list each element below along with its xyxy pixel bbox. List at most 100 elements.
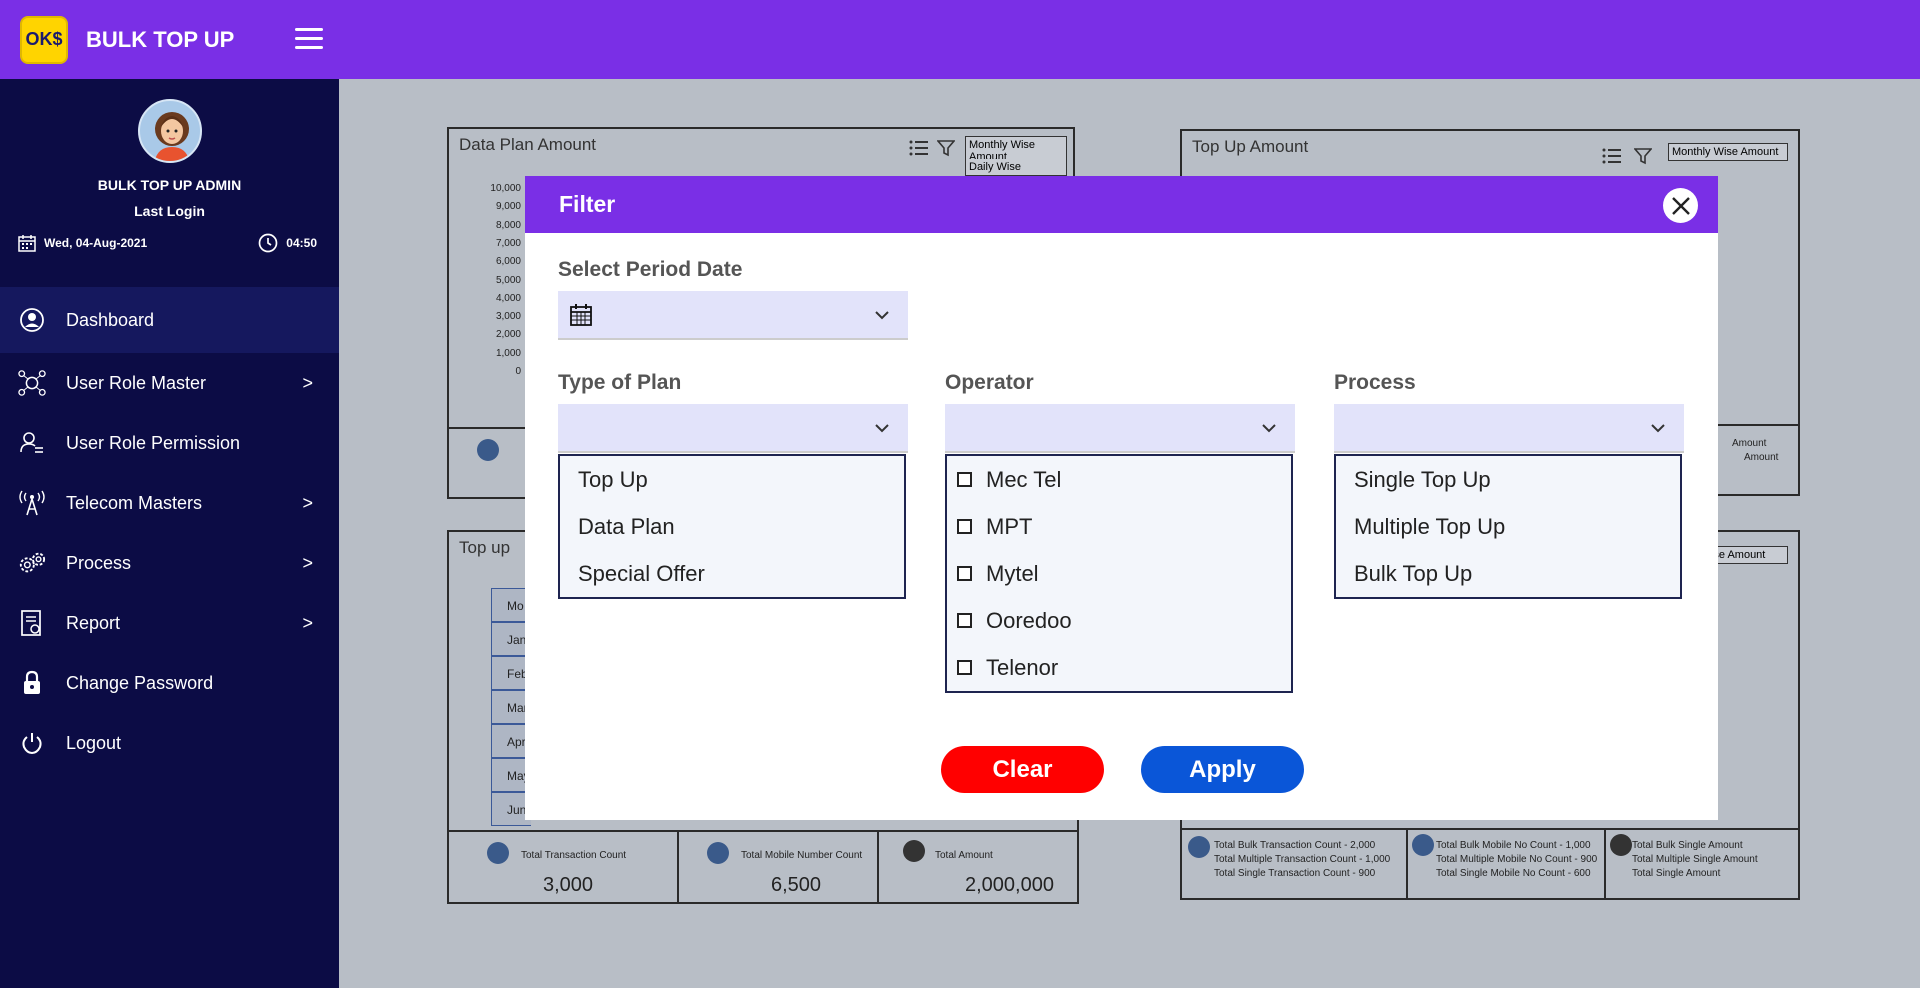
- footer-text: Amount: [1732, 438, 1767, 449]
- apply-button[interactable]: Apply: [1141, 746, 1304, 793]
- summary-transactions: Total Bulk Transaction Count - 2,000 Tot…: [1182, 830, 1408, 898]
- stat-value: 2,000,000: [965, 874, 1054, 896]
- filter-icon[interactable]: [1634, 147, 1652, 165]
- process-select[interactable]: [1334, 404, 1684, 453]
- operator-select[interactable]: [945, 404, 1295, 453]
- type-of-plan-select[interactable]: [558, 404, 908, 453]
- period-date-label: Select Period Date: [558, 258, 743, 281]
- stat-value: 3,000: [543, 874, 594, 896]
- sidebar-item-label: Dashboard: [66, 309, 155, 330]
- user-circle-icon: [18, 306, 46, 334]
- checkbox[interactable]: [957, 472, 972, 487]
- close-button[interactable]: [1663, 188, 1698, 223]
- summary-amount: Total Bulk Single Amount Total Multiple …: [1606, 830, 1802, 898]
- login-time: 04:50: [286, 236, 317, 250]
- clear-button[interactable]: Clear: [941, 746, 1104, 793]
- process-options: Single Top Up Multiple Top Up Bulk Top U…: [1334, 454, 1682, 599]
- stats-footer: Total Transaction Count 3,000 Total Mobi…: [449, 830, 1077, 902]
- sidebar: OK$ BULK TOP UP BULK TOP UP ADMIN Last L…: [0, 0, 339, 988]
- operator-option-label: Mec Tel: [986, 466, 1062, 492]
- operator-option-mpt[interactable]: MPT: [947, 503, 1291, 550]
- operator-option-mec-tel[interactable]: Mec Tel: [947, 456, 1291, 503]
- mobile-icon: [707, 842, 729, 864]
- y-tick-label: 0: [515, 366, 521, 377]
- gears-icon: [18, 549, 46, 577]
- sidebar-item-label: User Role Master: [66, 372, 207, 393]
- chevron-down-icon: [1651, 424, 1665, 433]
- sidebar-item-label: User Role Permission: [66, 432, 241, 453]
- y-tick-label: 2,000: [495, 329, 521, 341]
- operator-option-mytel[interactable]: Mytel: [947, 550, 1291, 597]
- admin-name: BULK TOP UP ADMIN: [97, 177, 242, 193]
- operator-option-label: MPT: [986, 513, 1033, 539]
- clipboard-icon: [1188, 836, 1210, 858]
- summary-line: Total Multiple Transaction Count - 1,000: [1214, 854, 1391, 865]
- summary-line: Total Single Amount: [1632, 868, 1721, 879]
- period-date-picker[interactable]: [558, 291, 908, 340]
- operator-option-label: Ooredoo: [986, 607, 1072, 633]
- sidebar-nav: Dashboard User Role Master > User Role P…: [0, 287, 339, 773]
- checkbox[interactable]: [957, 566, 972, 581]
- operator-label: Operator: [945, 371, 1034, 394]
- filter-icon[interactable]: [937, 139, 955, 157]
- plan-option-top-up[interactable]: Top Up: [560, 456, 904, 503]
- operator-option-label: Telenor: [986, 654, 1059, 680]
- sidebar-item-change-password[interactable]: Change Password: [0, 653, 339, 713]
- operator-option-ooredoo[interactable]: Ooredoo: [947, 597, 1291, 644]
- summary-line: Total Single Mobile No Count - 600: [1436, 868, 1591, 879]
- amount-period-select[interactable]: Monthly Wise Amount: [1668, 143, 1788, 161]
- stat-total-amount: Total Amount 2,000,000: [879, 832, 1079, 902]
- list-icon[interactable]: [1602, 147, 1622, 165]
- money-icon: [1610, 834, 1632, 856]
- operator-option-telenor[interactable]: Telenor: [947, 644, 1291, 691]
- y-tick-label: 7,000: [495, 237, 521, 249]
- sidebar-item-process[interactable]: Process >: [0, 533, 339, 593]
- sidebar-item-logout[interactable]: Logout: [0, 713, 339, 773]
- clock-icon: [258, 233, 278, 253]
- lock-icon: [18, 669, 46, 697]
- y-tick-label: 10,000: [490, 183, 521, 194]
- close-icon: [1671, 196, 1690, 215]
- sidebar-item-user-role-master[interactable]: User Role Master >: [0, 353, 339, 413]
- summary-line: Total Bulk Single Amount: [1632, 840, 1743, 851]
- type-of-plan-label: Type of Plan: [558, 371, 682, 394]
- plan-option-data-plan[interactable]: Data Plan: [560, 503, 904, 550]
- brand-header: OK$ BULK TOP UP: [0, 0, 339, 79]
- list-icon[interactable]: [909, 139, 929, 157]
- plan-option-special-offer[interactable]: Special Offer: [560, 550, 904, 597]
- last-login-label: Last Login: [134, 203, 205, 219]
- amount-period-option[interactable]: Daily Wise: [965, 159, 1067, 176]
- sidebar-item-user-role-permission[interactable]: User Role Permission: [0, 413, 339, 473]
- y-tick-label: 6,000: [495, 256, 521, 268]
- footer-text: Amount: [1744, 452, 1779, 463]
- report-icon: [18, 609, 46, 637]
- chevron-down-icon: [1262, 424, 1276, 433]
- stat-value: 6,500: [771, 874, 822, 896]
- checkbox[interactable]: [957, 660, 972, 675]
- checkbox[interactable]: [957, 613, 972, 628]
- operator-options: Mec Tel MPT Mytel Ooredoo Telenor: [945, 454, 1293, 693]
- stat-label: Total Amount: [935, 850, 993, 861]
- sidebar-item-label: Change Password: [66, 672, 214, 693]
- card-title: Top up: [459, 538, 511, 557]
- sidebar-item-label: Telecom Masters: [66, 492, 203, 513]
- sidebar-item-report[interactable]: Report >: [0, 593, 339, 653]
- y-tick-label: 3,000: [495, 311, 521, 323]
- operator-option-label: Mytel: [986, 560, 1039, 586]
- sidebar-item-telecom-masters[interactable]: Telecom Masters >: [0, 473, 339, 533]
- stat-mobile-count: Total Mobile Number Count 6,500: [679, 832, 879, 902]
- summary-line: Total Bulk Transaction Count - 2,000: [1214, 840, 1376, 851]
- sidebar-item-dashboard[interactable]: Dashboard: [0, 287, 339, 353]
- summary-line: Total Bulk Mobile No Count - 1,000: [1436, 840, 1591, 851]
- process-option-single-top-up[interactable]: Single Top Up: [1336, 456, 1680, 503]
- hamburger-menu-icon[interactable]: [295, 28, 323, 50]
- process-option-bulk-top-up[interactable]: Bulk Top Up: [1336, 550, 1680, 597]
- profile-section: BULK TOP UP ADMIN Last Login Wed, 04-Aug…: [0, 79, 339, 287]
- ok-logo: OK$: [20, 15, 68, 64]
- network-icon: [18, 369, 46, 397]
- summary-line: Total Multiple Single Amount: [1632, 854, 1758, 865]
- top-bar: [339, 0, 1920, 79]
- process-option-multiple-top-up[interactable]: Multiple Top Up: [1336, 503, 1680, 550]
- checkbox[interactable]: [957, 519, 972, 534]
- chevron-right-icon: >: [302, 552, 313, 573]
